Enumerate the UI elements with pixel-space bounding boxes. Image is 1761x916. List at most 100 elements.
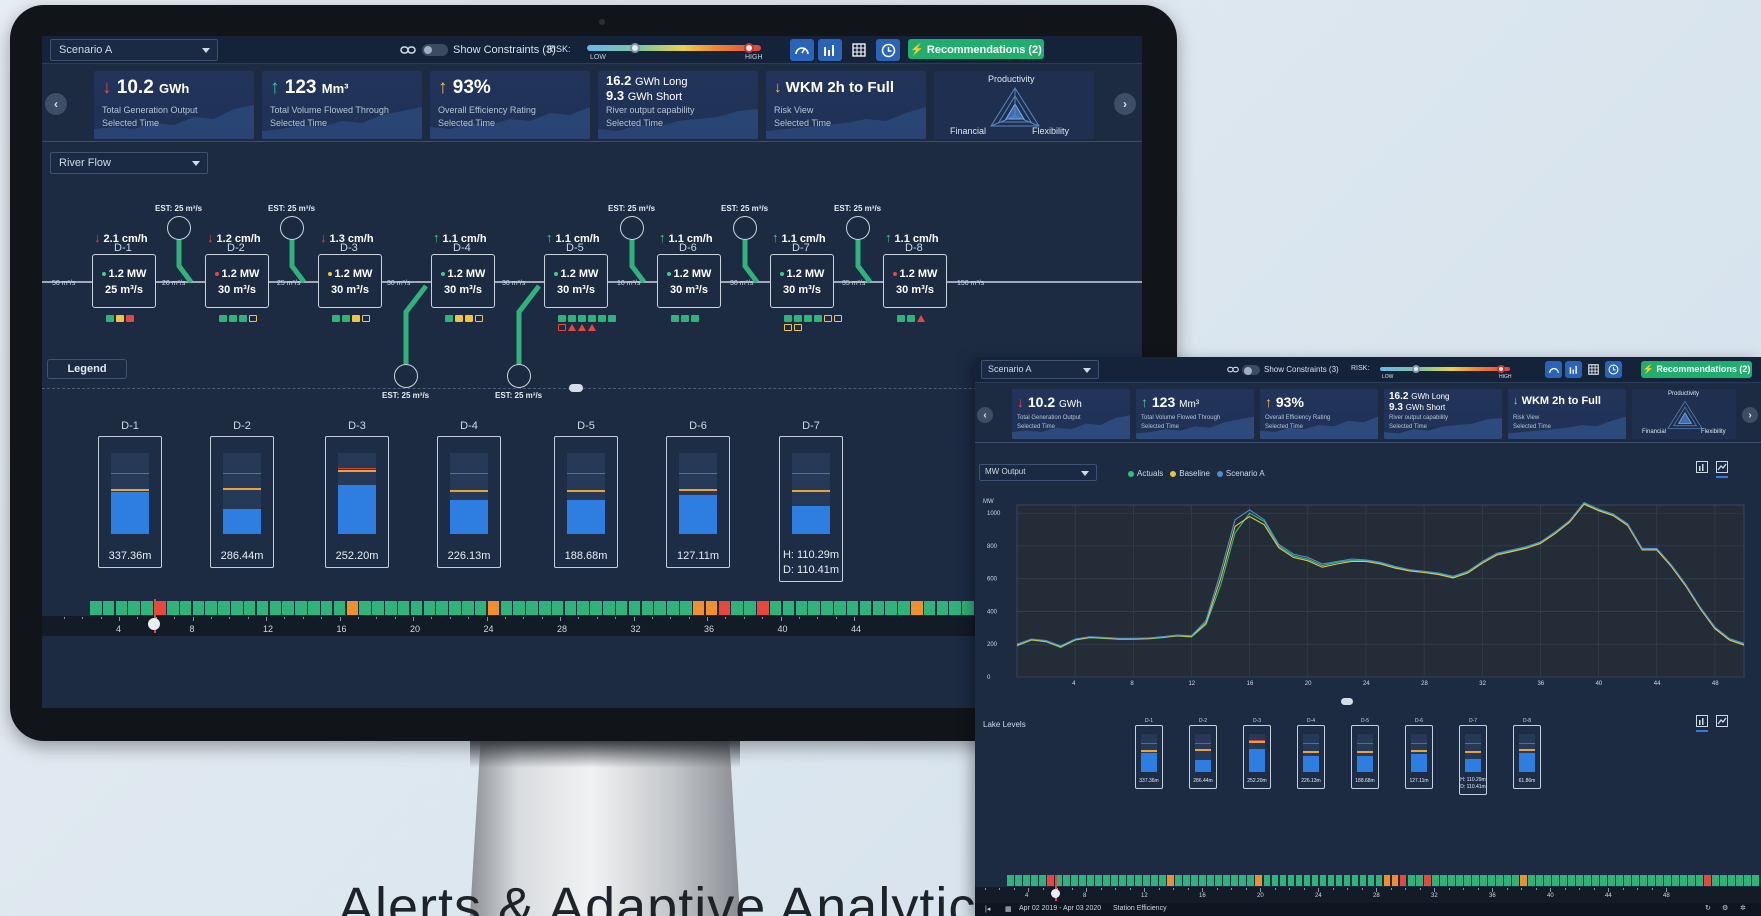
lake-gauge-d-4[interactable]: 226.13m: [437, 436, 501, 568]
timeline-cell-ok[interactable]: [385, 601, 397, 615]
timeline-cell-ok[interactable]: [1640, 875, 1647, 886]
lake-gauge-d-7[interactable]: H: 110.29m D: 110.41m: [1459, 725, 1487, 796]
timeline-cell-ok[interactable]: [1263, 875, 1271, 886]
timeline-cell-warning[interactable]: [1383, 875, 1391, 886]
timeline-cell-ok[interactable]: [1367, 875, 1375, 886]
timeline-cell-ok[interactable]: [1191, 875, 1199, 886]
timeline-cell-ok[interactable]: [1087, 875, 1094, 886]
timeline-cell-ok[interactable]: [1119, 875, 1126, 886]
lake-gauge-d-7[interactable]: H: 110.29m D: 110.41m: [779, 436, 843, 582]
lake-gauge-d-1[interactable]: 337.36m: [98, 436, 162, 568]
timeline-cell-ok[interactable]: [436, 601, 448, 615]
grid-button[interactable]: [847, 39, 871, 61]
line-view-icon[interactable]: [1716, 461, 1728, 473]
secondary-recommendations-button[interactable]: ⚡ Recommendations (2): [1641, 361, 1752, 378]
timeline-cell-ok[interactable]: [1600, 875, 1607, 886]
timeline-cell-warning[interactable]: [911, 601, 923, 615]
timeline-cell-ok[interactable]: [923, 601, 936, 615]
timeline-cell-ok[interactable]: [231, 601, 243, 615]
inflow-node[interactable]: [167, 216, 191, 240]
timeline-cell-ok[interactable]: [1063, 875, 1070, 886]
timeline-cell-ok[interactable]: [1039, 875, 1046, 886]
timeline-cell-ok[interactable]: [1295, 875, 1303, 886]
skip-back-icon[interactable]: |◂: [985, 905, 990, 913]
timeline-cell-ok[interactable]: [1632, 875, 1639, 886]
timeline-cell-ok[interactable]: [1552, 875, 1559, 886]
timeline-cell-ok[interactable]: [1031, 875, 1038, 886]
timeline-cell-ok[interactable]: [949, 601, 962, 615]
dam-node-d-4[interactable]: 1.2 MW 30 m³/s: [431, 254, 495, 308]
timeline-cell-ok[interactable]: [474, 601, 487, 615]
timeline-cell-ok[interactable]: [397, 601, 410, 615]
view-select[interactable]: River Flow: [50, 152, 208, 174]
timeline-cell-warning[interactable]: [1255, 875, 1263, 886]
timeline-cell-ok[interactable]: [1664, 875, 1671, 886]
timeline-cell-ok[interactable]: [615, 601, 628, 615]
lake-gauge-d-2[interactable]: 286.44m: [210, 436, 274, 568]
refresh-icon[interactable]: ↻: [1705, 904, 1711, 912]
timeline-cell-ok[interactable]: [1215, 875, 1223, 886]
timeline-cell-ok[interactable]: [1207, 875, 1215, 886]
timeline-cell-ok[interactable]: [1744, 875, 1752, 886]
secondary-risk-low-handle[interactable]: [1412, 365, 1420, 373]
timeline-cell-ok[interactable]: [1503, 875, 1511, 886]
kpi-generation-card[interactable]: ↓ 10.2 GWh Total Generation Output Selec…: [94, 71, 254, 139]
timeline-cell-ok[interactable]: [551, 601, 564, 615]
timeline-cell-ok[interactable]: [449, 601, 461, 615]
timeline-cell-ok[interactable]: [769, 601, 782, 615]
timeline-cell-ok[interactable]: [462, 601, 474, 615]
timeline-cell-ok[interactable]: [410, 601, 423, 615]
timeline-cell-ok[interactable]: [500, 601, 513, 615]
dam-node-d-7[interactable]: 1.2 MW 30 m³/s: [770, 254, 834, 308]
timeline-cell-ok[interactable]: [1560, 875, 1567, 886]
timeline-cell-ok[interactable]: [1183, 875, 1191, 886]
timeline-cell-warning[interactable]: [487, 601, 500, 615]
timeline-cell-ok[interactable]: [1415, 875, 1423, 886]
timeline-cell-ok[interactable]: [1127, 875, 1134, 886]
metric-select[interactable]: MW Output: [979, 464, 1097, 481]
timeline-cell-ok[interactable]: [1648, 875, 1655, 886]
kpi-efficiency-card[interactable]: ↑ 93% Overall Efficiency Rating Selected…: [430, 71, 590, 139]
secondary-bar-button[interactable]: [1565, 361, 1582, 378]
secondary-constraints-toggle[interactable]: [1242, 365, 1260, 375]
timeline-cell-warning[interactable]: [1520, 875, 1527, 886]
kpi-volume-card[interactable]: ↑ 123 Mm³ Total Volume Flowed Through Se…: [262, 71, 422, 139]
inflow-node[interactable]: [394, 364, 418, 388]
timeline-cell-ok[interactable]: [102, 601, 115, 615]
timeline-cell-ok[interactable]: [1720, 875, 1728, 886]
secondary-kpi-risk[interactable]: ↓ WKM 2h to Full Risk View Selected Time: [1508, 389, 1626, 439]
secondary-kpi-prev[interactable]: ‹: [977, 407, 993, 423]
timeline-cell-ok[interactable]: [846, 601, 859, 615]
timeline-cell-ok[interactable]: [205, 601, 217, 615]
risk-slider-low-handle[interactable]: [630, 43, 640, 53]
timeline-cell-ok[interactable]: [1327, 875, 1335, 886]
timeline-cell-ok[interactable]: [1095, 875, 1102, 886]
lake-gauge-d-5[interactable]: 188.68m: [554, 436, 618, 568]
lake-gauge-d-3[interactable]: 252.20m: [1243, 725, 1271, 789]
lake-gauge-d-5[interactable]: 188.68m: [1351, 725, 1379, 789]
timeline-cell-ok[interactable]: [1335, 875, 1343, 886]
timeline-cell-ok[interactable]: [1103, 875, 1110, 886]
timeline-cell-ok[interactable]: [1175, 875, 1183, 886]
inflow-node[interactable]: [620, 216, 644, 240]
timeline-cell-alert[interactable]: [757, 601, 769, 615]
timeline-cell-ok[interactable]: [1616, 875, 1623, 886]
dam-node-d-6[interactable]: 1.2 MW 30 m³/s: [657, 254, 721, 308]
timeline-cell-ok[interactable]: [1375, 875, 1383, 886]
inflow-node[interactable]: [280, 216, 304, 240]
timeline-cell-ok[interactable]: [333, 601, 346, 615]
timeline-cell-ok[interactable]: [1287, 875, 1295, 886]
timeline-cell-ok[interactable]: [782, 601, 795, 615]
secondary-grid-button[interactable]: [1585, 361, 1602, 378]
timeline-cell-ok[interactable]: [1023, 875, 1030, 886]
timeline-cell-ok[interactable]: [834, 601, 846, 615]
timeline-cell-ok[interactable]: [1728, 875, 1736, 886]
timeline-cell-ok[interactable]: [1736, 875, 1744, 886]
timeline-cell-ok[interactable]: [744, 601, 756, 615]
timeline-cell-ok[interactable]: [179, 601, 192, 615]
timeline-cell-ok[interactable]: [243, 601, 256, 615]
timeline-cell-warning[interactable]: [705, 601, 718, 615]
lake-gauge-d-6[interactable]: 127.11m: [1405, 725, 1433, 789]
timeline-cell-ok[interactable]: [423, 601, 436, 615]
timeline-cell-ok[interactable]: [1359, 875, 1367, 886]
